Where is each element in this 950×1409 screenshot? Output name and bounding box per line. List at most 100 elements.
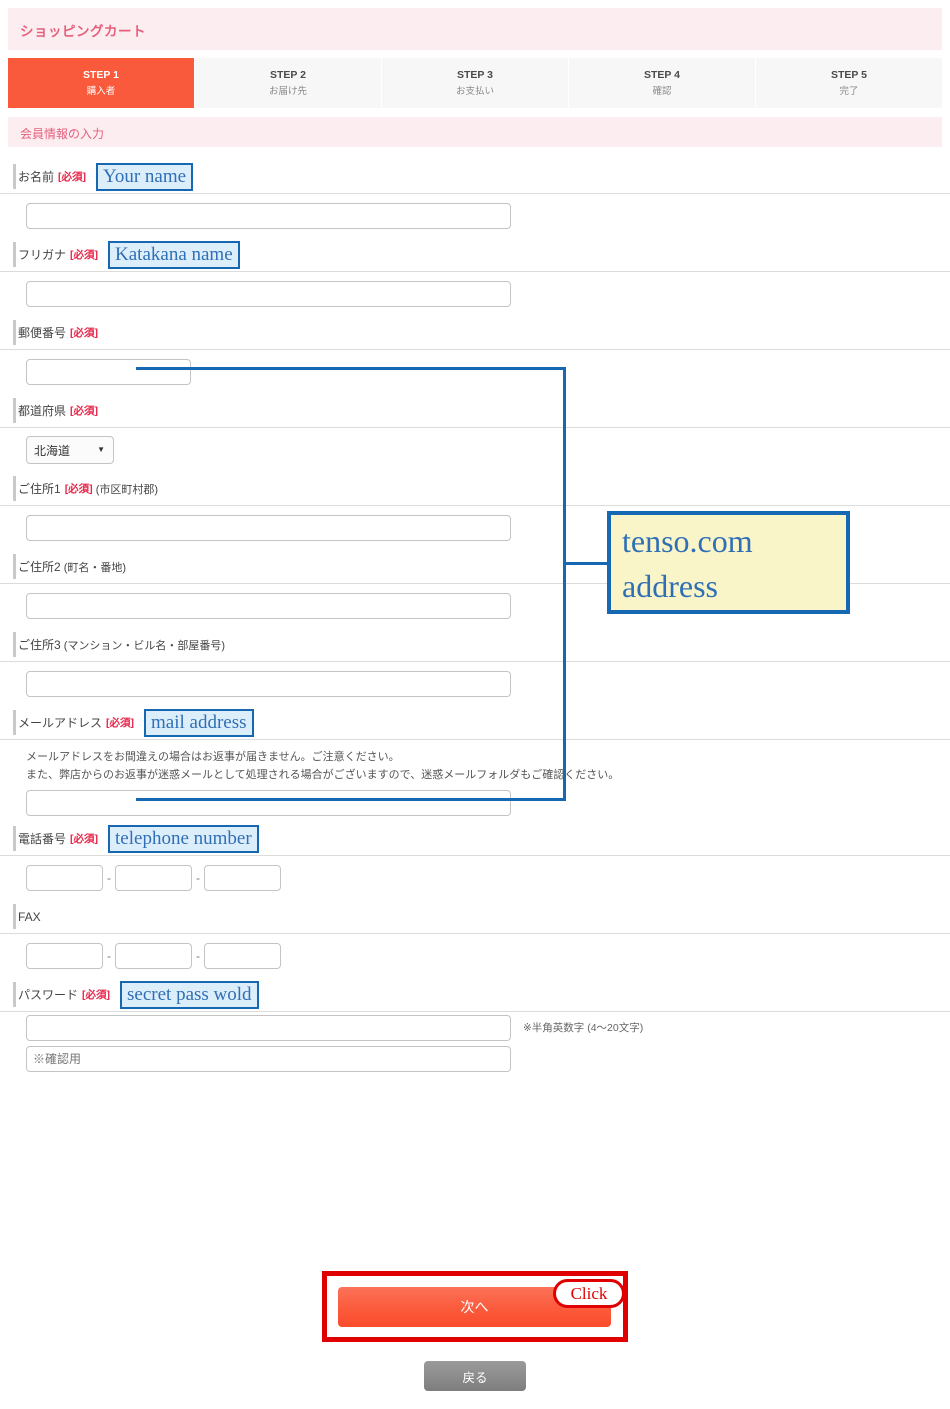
- field-fax-input-row: - -: [0, 934, 950, 978]
- field-telephone: 電話番号 [必須] telephone number - -: [0, 822, 950, 900]
- address3-input[interactable]: [26, 671, 511, 697]
- step-5[interactable]: STEP 5 完了: [756, 58, 942, 108]
- field-address3: ご住所3 (マンション・ビル名・部屋番号): [0, 628, 950, 706]
- field-kana: フリガナ [必須] Katakana name: [0, 238, 950, 316]
- email-input[interactable]: [26, 790, 511, 816]
- annotation-katakana-name: Katakana name: [108, 240, 240, 269]
- field-telephone-input-row: - -: [0, 856, 950, 900]
- telephone-part1-input[interactable]: [26, 865, 103, 891]
- field-zip-label-row: 郵便番号 [必須]: [0, 316, 950, 350]
- step-1-label: 購入者: [86, 85, 116, 97]
- field-zip-input-row: [0, 350, 950, 394]
- field-fax-label-row: FAX: [0, 900, 950, 934]
- field-password: パスワード [必須] secret pass wold ※半角英数字 (4〜20…: [0, 978, 950, 1074]
- field-address3-label: ご住所3: [18, 638, 61, 652]
- annotation-tenso-callout: tenso.com address: [607, 511, 850, 614]
- chevron-down-icon: ▼: [97, 445, 105, 454]
- field-email: メールアドレス [必須] mail address メールアドレスをお間違えの場…: [0, 706, 950, 822]
- cart-header: ショッピングカート: [8, 8, 942, 50]
- annotation-tenso-line2: address: [622, 568, 718, 604]
- field-name-required: [必須]: [58, 171, 87, 183]
- field-telephone-required: [必須]: [70, 833, 99, 845]
- annotation-click-badge: Click: [553, 1279, 625, 1308]
- step-2-label: お届け先: [268, 85, 307, 97]
- annotation-bracket-right: [563, 367, 566, 801]
- telephone-part3-input[interactable]: [204, 865, 281, 891]
- field-address2-note: (町名・番地): [63, 561, 127, 574]
- zip-input[interactable]: [26, 359, 191, 385]
- address1-input[interactable]: [26, 515, 511, 541]
- telephone-part2-input[interactable]: [115, 865, 192, 891]
- fax-separator-1: -: [107, 949, 111, 963]
- name-input[interactable]: [26, 203, 511, 229]
- section-title: 会員情報の入力: [20, 127, 105, 141]
- field-kana-required: [必須]: [70, 249, 99, 261]
- step-4-label: 確認: [652, 85, 672, 97]
- field-name: お名前 [必須] Your name: [0, 160, 950, 238]
- field-kana-label: フリガナ: [18, 248, 67, 262]
- field-name-label: お名前: [18, 170, 55, 184]
- annotation-bracket-top: [136, 367, 566, 370]
- annotation-bracket-stub: [563, 562, 611, 565]
- step-4[interactable]: STEP 4 確認: [569, 58, 756, 108]
- step-5-label: 完了: [839, 85, 859, 97]
- field-email-label: メールアドレス: [18, 716, 103, 730]
- fax-part1-input[interactable]: [26, 943, 103, 969]
- field-name-label-row: お名前 [必須] Your name: [0, 160, 950, 194]
- field-zip-label: 郵便番号: [18, 326, 67, 340]
- field-prefecture-required: [必須]: [70, 405, 99, 417]
- member-info-form: お名前 [必須] Your name フリガナ [必須] Katakana na…: [0, 160, 950, 1074]
- field-address1-required: [必須]: [64, 483, 93, 495]
- step-1[interactable]: STEP 1 購入者: [8, 58, 195, 108]
- field-address3-input-row: [0, 662, 950, 706]
- field-zip: 郵便番号 [必須]: [0, 316, 950, 394]
- field-email-input-row: [0, 784, 950, 822]
- back-button[interactable]: 戻る: [424, 1361, 526, 1391]
- telephone-separator-2: -: [196, 871, 200, 885]
- step-3-label: お支払い: [455, 85, 494, 97]
- email-note-2: また、弊店からのお返事が迷惑メールとして処理される場合がございますので、迷惑メー…: [26, 769, 620, 781]
- field-telephone-label: 電話番号: [18, 832, 67, 846]
- field-address1-label-row: ご住所1 [必須] (市区町村郡): [0, 472, 950, 506]
- address2-input[interactable]: [26, 593, 511, 619]
- section-header: 会員情報の入力: [8, 117, 942, 147]
- kana-input[interactable]: [26, 281, 511, 307]
- annotation-your-name: Your name: [96, 162, 194, 191]
- field-password-label: パスワード: [18, 988, 79, 1002]
- field-kana-input-row: [0, 272, 950, 316]
- field-prefecture-input-row: 北海道 ▼: [0, 428, 950, 472]
- annotation-mail-address: mail address: [144, 708, 254, 737]
- annotation-telephone-number: telephone number: [108, 824, 259, 853]
- step-2-number: STEP 2: [270, 68, 306, 81]
- field-zip-required: [必須]: [70, 327, 99, 339]
- field-address3-label-row: ご住所3 (マンション・ビル名・部屋番号): [0, 628, 950, 662]
- step-3-number: STEP 3: [457, 68, 493, 81]
- fax-part2-input[interactable]: [115, 943, 192, 969]
- prefecture-select[interactable]: 北海道 ▼: [26, 436, 114, 464]
- step-4-number: STEP 4: [644, 68, 680, 81]
- password-input[interactable]: [26, 1014, 511, 1041]
- page-title: ショッピングカート: [20, 24, 146, 39]
- field-address2-label: ご住所2: [18, 560, 61, 574]
- step-3[interactable]: STEP 3 お支払い: [382, 58, 569, 108]
- step-1-number: STEP 1: [83, 68, 119, 81]
- annotation-bracket-bottom: [136, 798, 566, 801]
- annotation-tenso-line1: tenso.com: [622, 523, 753, 559]
- field-name-input-row: [0, 194, 950, 238]
- step-5-number: STEP 5: [831, 68, 867, 81]
- field-password-label-row: パスワード [必須] secret pass wold: [0, 978, 950, 1012]
- prefecture-selected-value: 北海道: [34, 443, 71, 458]
- step-2[interactable]: STEP 2 お届け先: [195, 58, 382, 108]
- password-hint: ※半角英数字 (4〜20文字): [523, 1022, 644, 1034]
- annotation-secret-pass-wold: secret pass wold: [120, 980, 259, 1009]
- step-indicator: STEP 1 購入者 STEP 2 お届け先 STEP 3 お支払い STEP …: [8, 58, 942, 108]
- fax-separator-2: -: [196, 949, 200, 963]
- field-email-required: [必須]: [106, 717, 135, 729]
- telephone-separator-1: -: [107, 871, 111, 885]
- field-telephone-label-row: 電話番号 [必須] telephone number: [0, 822, 950, 856]
- field-password-input-row: ※半角英数字 (4〜20文字): [0, 1012, 950, 1043]
- field-password-required: [必須]: [82, 989, 111, 1001]
- field-fax-label: FAX: [18, 909, 41, 924]
- password-confirm-input[interactable]: [26, 1045, 511, 1072]
- fax-part3-input[interactable]: [204, 943, 281, 969]
